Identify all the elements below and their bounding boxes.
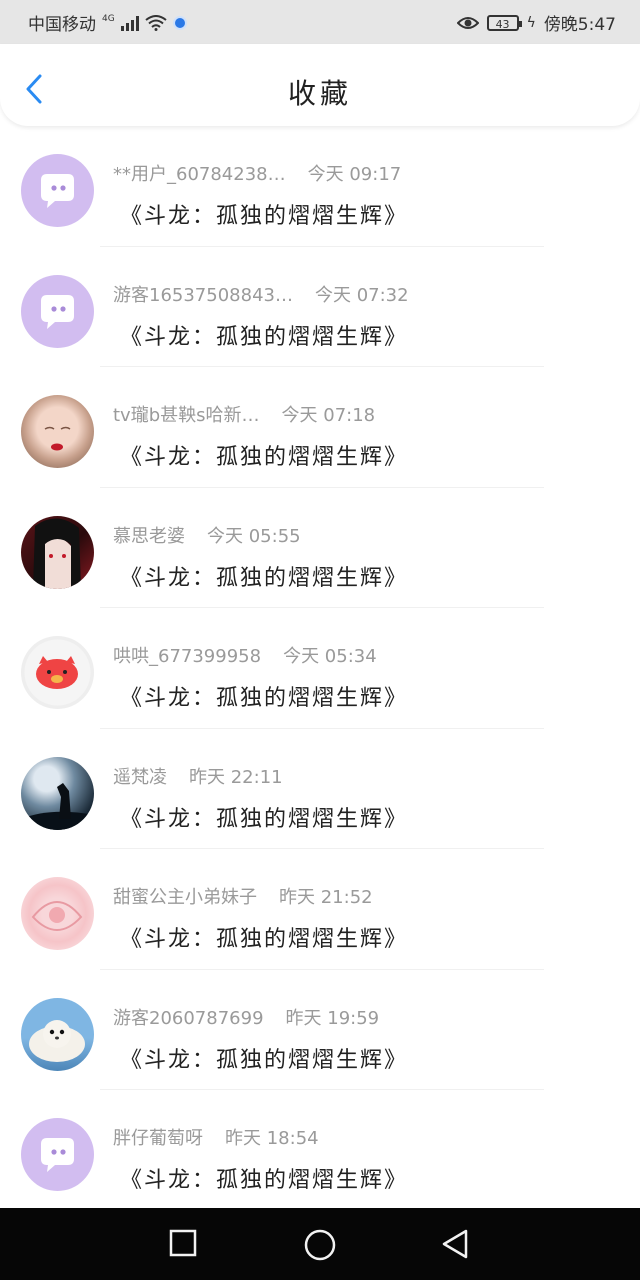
item-meta: 哄哄_677399958 今天 05:34 xyxy=(113,642,377,668)
item-content: 《斗龙：孤独的熠熠生辉》 xyxy=(120,565,409,591)
item-meta: 慕思老婆 今天 05:55 xyxy=(113,522,301,548)
favorites-list: **用户_60784238… 今天 09:17 《斗龙：孤独的熠熠生辉》 游客16… xyxy=(0,126,640,1211)
system-nav-bar xyxy=(0,1208,640,1280)
list-item[interactable]: 甜蜜公主小弟妹子 昨天 21:52 《斗龙：孤独的熠熠生辉》 xyxy=(0,849,640,970)
item-content: 《斗龙：孤独的熠熠生辉》 xyxy=(120,1047,409,1073)
item-time: 今天 05:55 xyxy=(207,525,301,547)
list-item[interactable]: 哄哄_677399958 今天 05:34 《斗龙：孤独的熠熠生辉》 xyxy=(0,608,640,729)
item-meta: 游客16537508843… 今天 07:32 xyxy=(113,281,409,307)
item-time: 今天 09:17 xyxy=(307,164,402,185)
network-type: 4G xyxy=(102,13,115,24)
item-time: 今天 05:34 xyxy=(283,646,377,667)
header: 收藏 xyxy=(0,44,640,126)
avatar[interactable] xyxy=(21,997,94,1071)
status-bar: 中国移动 4G 43 ϟ 傍晚5:47 xyxy=(0,0,640,44)
user-name: 哄哄_677399958 xyxy=(113,646,262,667)
chat-bubble-icon xyxy=(41,1138,74,1172)
user-name: 遥梵凌 xyxy=(113,766,167,788)
item-time: 今天 07:18 xyxy=(281,405,376,426)
item-time: 今天 07:32 xyxy=(314,284,409,306)
signal-icon xyxy=(120,15,139,31)
item-meta: 甜蜜公主小弟妹子 昨天 21:52 xyxy=(113,883,373,909)
list-item[interactable]: 游客2060787699 昨天 19:59 《斗龙：孤独的熠熠生辉》 xyxy=(0,970,640,1090)
avatar[interactable] xyxy=(21,1118,94,1191)
item-content: 《斗龙：孤独的熠熠生辉》 xyxy=(120,445,409,470)
item-content: 《斗龙：孤独的熠熠生辉》 xyxy=(120,1168,409,1193)
user-name: **用户_60784238… xyxy=(113,164,286,185)
list-item[interactable]: 胖仔葡萄呀 昨天 18:54 《斗龙：孤独的熠熠生辉》 xyxy=(0,1090,640,1211)
item-content: 《斗龙：孤独的熠熠生辉》 xyxy=(120,686,409,711)
avatar[interactable] xyxy=(21,274,94,348)
list-item[interactable]: 慕思老婆 今天 05:55 《斗龙：孤独的熠熠生辉》 xyxy=(0,488,640,608)
user-name: 胖仔葡萄呀 xyxy=(113,1128,203,1149)
avatar[interactable] xyxy=(21,154,94,227)
item-time: 昨天 21:52 xyxy=(279,887,373,908)
eye-comfort-icon xyxy=(456,16,479,29)
item-time: 昨天 19:59 xyxy=(285,1007,380,1029)
avatar[interactable] xyxy=(21,395,94,468)
carrier-label: 中国移动 xyxy=(28,15,96,35)
item-content: 《斗龙：孤独的熠熠生辉》 xyxy=(120,324,409,350)
item-meta: 遥梵凌 昨天 22:11 xyxy=(113,763,283,789)
item-content: 《斗龙：孤独的熠熠生辉》 xyxy=(120,927,409,952)
chat-bubble-icon xyxy=(41,294,74,329)
avatar[interactable] xyxy=(21,636,94,709)
item-meta: 游客2060787699 昨天 19:59 xyxy=(113,1004,379,1030)
chat-bubble-icon xyxy=(41,174,74,208)
user-name: 游客2060787699 xyxy=(113,1007,264,1029)
avatar[interactable] xyxy=(21,515,94,589)
item-meta: 胖仔葡萄呀 昨天 18:54 xyxy=(113,1124,319,1150)
user-name: 甜蜜公主小弟妹子 xyxy=(113,887,257,908)
battery-icon: 43 xyxy=(486,14,522,31)
charging-icon: ϟ xyxy=(526,14,536,31)
clock: 傍晚5:47 xyxy=(543,15,616,35)
status-left: 中国移动 4G xyxy=(28,10,187,35)
avatar[interactable] xyxy=(21,877,94,950)
wifi-icon xyxy=(145,14,167,31)
list-item[interactable]: **用户_60784238… 今天 09:17 《斗龙：孤独的熠熠生辉》 xyxy=(0,126,640,247)
item-content: 《斗龙：孤独的熠熠生辉》 xyxy=(120,204,409,229)
item-meta: **用户_60784238… 今天 09:17 xyxy=(113,160,401,186)
item-content: 《斗龙：孤独的熠熠生辉》 xyxy=(120,806,409,832)
user-name: tv瓏b甚鞅s哈新… xyxy=(113,405,260,426)
page-title: 收藏 xyxy=(287,77,352,110)
user-name: 慕思老婆 xyxy=(113,525,185,547)
app-notification-icon xyxy=(172,15,187,30)
item-meta: tv瓏b甚鞅s哈新… 今天 07:18 xyxy=(113,401,375,427)
list-item[interactable]: 遥梵凌 昨天 22:11 《斗龙：孤独的熠熠生辉》 xyxy=(0,729,640,849)
square-icon[interactable] xyxy=(168,1228,198,1258)
list-item[interactable]: tv瓏b甚鞅s哈新… 今天 07:18 《斗龙：孤独的熠熠生辉》 xyxy=(0,367,640,488)
circle-icon[interactable] xyxy=(303,1228,337,1262)
user-name: 游客16537508843… xyxy=(113,284,293,306)
item-time: 昨天 18:54 xyxy=(225,1128,319,1149)
avatar[interactable] xyxy=(21,756,94,830)
status-right: 43 ϟ 傍晚5:47 xyxy=(456,10,616,35)
item-time: 昨天 22:11 xyxy=(189,766,283,788)
triangle-back-icon[interactable] xyxy=(440,1228,470,1260)
list-item[interactable]: 游客16537508843… 今天 07:32 《斗龙：孤独的熠熠生辉》 xyxy=(0,247,640,367)
